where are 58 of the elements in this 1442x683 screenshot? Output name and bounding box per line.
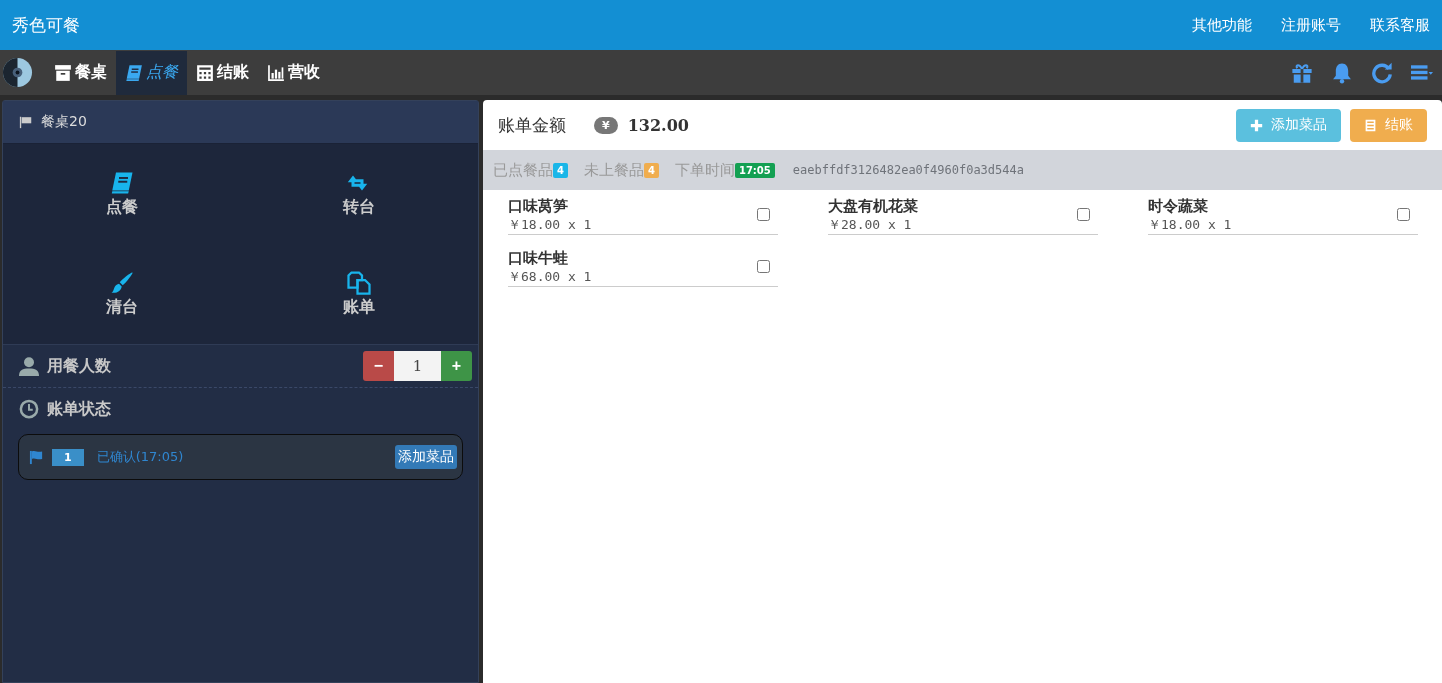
info-label: 已点餐品 bbox=[493, 160, 553, 180]
info-label: 下单时间 bbox=[674, 160, 735, 180]
table-name: 餐桌20 bbox=[41, 113, 87, 131]
dish-price: ￥28.00 x 1 bbox=[828, 216, 913, 233]
copy-icon bbox=[346, 270, 373, 295]
increase-button[interactable]: + bbox=[441, 351, 472, 381]
bell-icon bbox=[1331, 61, 1353, 84]
currency-badge: ¥ bbox=[594, 116, 618, 134]
decrease-button[interactable]: − bbox=[363, 351, 394, 381]
nav-tab[interactable]: 餐桌 bbox=[45, 50, 116, 95]
dish-name: 口味莴笋 bbox=[508, 196, 569, 216]
nav-tab[interactable]: 营收 bbox=[258, 50, 329, 95]
bill-status-label: 账单状态 bbox=[47, 398, 111, 420]
dish-name: 时令蔬菜 bbox=[1148, 196, 1209, 216]
action-button[interactable]: 点餐 bbox=[3, 144, 241, 244]
dish-checkbox[interactable] bbox=[757, 208, 770, 221]
add-dish-button[interactable]: 添加菜品 bbox=[395, 445, 457, 469]
dish-checkbox[interactable] bbox=[1077, 208, 1090, 221]
dish-name: 口味牛蛙 bbox=[508, 248, 569, 268]
order-id: eaebffdf3126482ea0f4960f0a3d544a bbox=[792, 163, 1024, 177]
nav-tab[interactable]: 结账 bbox=[187, 50, 258, 95]
order-status-text: 已确认(17:05) bbox=[96, 448, 184, 466]
dish-price: ￥68.00 x 1 bbox=[508, 268, 593, 285]
header-link[interactable]: 注册账号 bbox=[1281, 15, 1341, 35]
bill-amount-label: 账单金额 bbox=[498, 113, 566, 137]
guest-count-label: 用餐人数 bbox=[47, 355, 111, 377]
flag-icon bbox=[19, 115, 33, 129]
action-button[interactable]: 转台 bbox=[240, 144, 478, 244]
flag-icon bbox=[29, 449, 44, 465]
info-label: 未上餐品 bbox=[583, 160, 644, 180]
bar-chart-icon bbox=[267, 63, 285, 82]
app-title: 秀色可餐 bbox=[12, 13, 80, 37]
bill-amount: 132.00 bbox=[627, 115, 689, 135]
dish-price: ￥18.00 x 1 bbox=[1148, 216, 1233, 233]
dish-price: ￥18.00 x 1 bbox=[508, 216, 593, 233]
disc-logo-icon bbox=[2, 57, 33, 88]
gift-icon bbox=[1291, 61, 1313, 84]
ledger-icon bbox=[1364, 118, 1377, 132]
count-badge: 4 bbox=[553, 162, 568, 178]
clock-icon bbox=[19, 399, 39, 419]
header-link[interactable]: 其他功能 bbox=[1192, 15, 1252, 35]
dish-name: 大盘有机花菜 bbox=[828, 196, 919, 216]
action-button[interactable]: 清台 bbox=[3, 244, 241, 344]
dish-checkbox[interactable] bbox=[757, 260, 770, 273]
guest-count-field[interactable]: 1 bbox=[394, 351, 441, 381]
action-button[interactable]: 账单 bbox=[240, 244, 478, 344]
dish-checkbox[interactable] bbox=[1397, 208, 1410, 221]
person-icon bbox=[19, 356, 39, 376]
plus-icon bbox=[1250, 118, 1263, 132]
count-badge: 17:05 bbox=[734, 162, 775, 178]
book-icon bbox=[125, 63, 143, 82]
count-badge: 4 bbox=[643, 162, 659, 178]
calculator-icon bbox=[196, 63, 214, 82]
header-link[interactable]: 联系客服 bbox=[1370, 15, 1430, 35]
order-number-badge: 1 bbox=[52, 448, 84, 466]
refresh-icon bbox=[1371, 61, 1393, 84]
archive-icon bbox=[54, 63, 72, 82]
nav-tab[interactable]: 点餐 bbox=[116, 50, 187, 95]
